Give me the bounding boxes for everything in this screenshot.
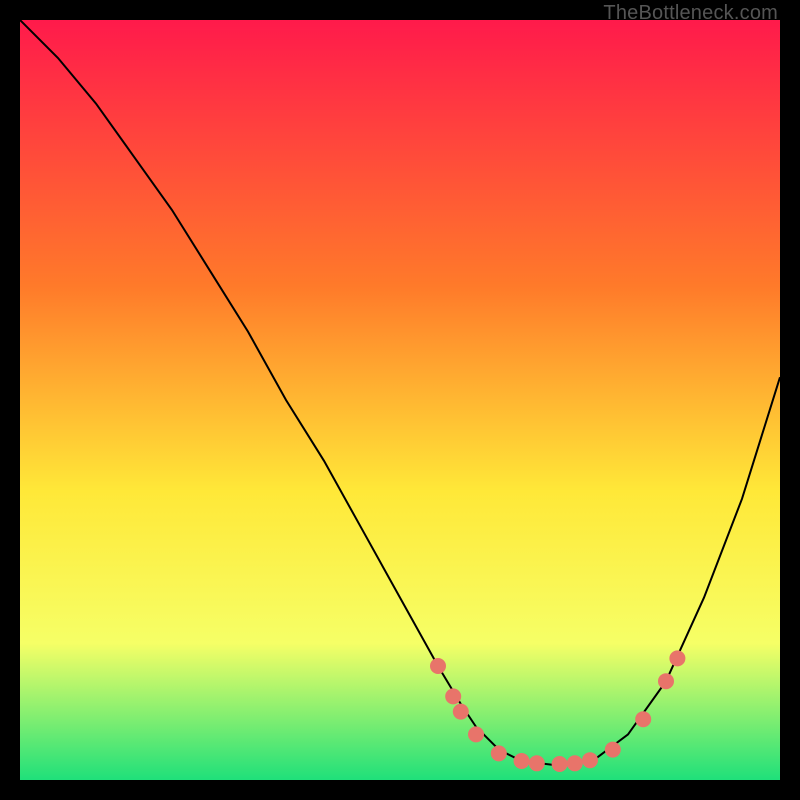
- data-marker: [605, 742, 621, 758]
- data-marker: [582, 752, 598, 768]
- data-marker: [453, 704, 469, 720]
- chart-frame: TheBottleneck.com: [0, 0, 800, 800]
- gradient-background: [20, 20, 780, 780]
- data-marker: [445, 688, 461, 704]
- data-marker: [430, 658, 446, 674]
- data-marker: [468, 726, 484, 742]
- data-marker: [514, 753, 530, 769]
- data-marker: [567, 755, 583, 771]
- plot-area: [20, 20, 780, 780]
- data-marker: [658, 673, 674, 689]
- data-marker: [529, 755, 545, 771]
- data-marker: [491, 745, 507, 761]
- bottleneck-chart: [20, 20, 780, 780]
- data-marker: [635, 711, 651, 727]
- data-marker: [669, 650, 685, 666]
- data-marker: [552, 756, 568, 772]
